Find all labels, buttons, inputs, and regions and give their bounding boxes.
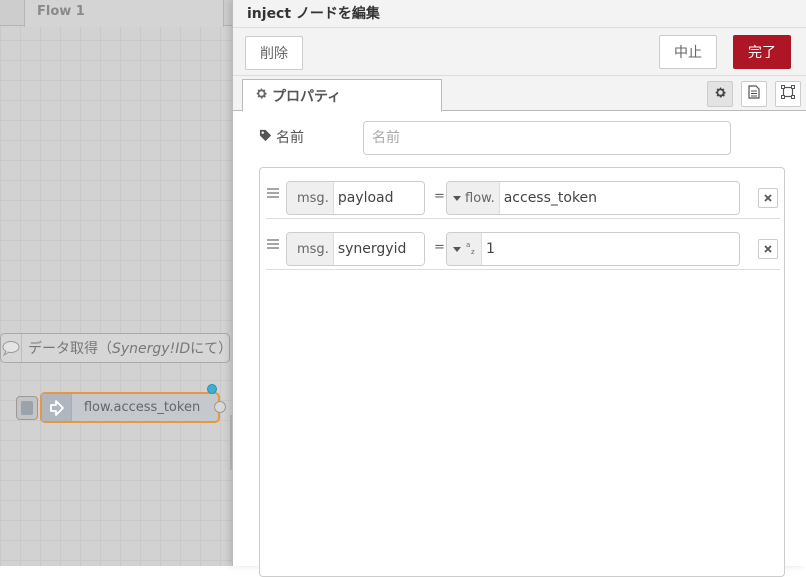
svg-text:a: a (466, 241, 470, 249)
appearance-icon (781, 85, 795, 103)
rule-row: msg. = flow. (266, 168, 780, 219)
svg-text:z: z (471, 248, 475, 256)
gear-icon (714, 86, 727, 103)
value-type-select[interactable]: flow. (447, 182, 500, 214)
tab-properties[interactable]: プロパティ (242, 79, 442, 112)
delete-button[interactable]: 削除 (245, 36, 303, 70)
rule-property-input[interactable]: msg. (286, 232, 425, 266)
rule-property-field[interactable] (333, 233, 424, 265)
flow-tab-bar: Flow 1 (0, 0, 232, 27)
name-label: 名前 (259, 127, 304, 147)
equals-sign: = (434, 189, 445, 204)
caret-down-icon (453, 191, 461, 206)
flow-tab-label: Flow 1 (37, 4, 85, 19)
tab-properties-label: プロパティ (272, 88, 342, 105)
inject-node[interactable]: flow.access_token (40, 392, 220, 423)
rule-value-field[interactable] (499, 182, 739, 214)
remove-rule-button[interactable] (758, 239, 778, 259)
close-icon (764, 242, 772, 256)
tab-settings-button[interactable] (707, 81, 733, 107)
inject-trigger-button[interactable] (16, 396, 38, 420)
drag-handle-icon[interactable] (266, 237, 280, 251)
gear-icon (255, 87, 268, 104)
remove-rule-button[interactable] (758, 188, 778, 208)
tab-description-button[interactable] (741, 81, 767, 107)
drag-handle-icon[interactable] (266, 186, 280, 200)
comment-node-label: データ取得（Synergy!IDにて） (28, 341, 232, 357)
msg-prefix: msg. (287, 182, 334, 214)
string-az-icon: a z (465, 240, 477, 259)
cancel-button[interactable]: 中止 (659, 35, 717, 69)
tray-toolbar: 削除 中止 完了 (233, 28, 806, 76)
flow-tab[interactable]: Flow 1 (24, 0, 224, 27)
edit-tray: inject ノードを編集 削除 中止 完了 プロパティ 名前 名前 msg. … (232, 0, 806, 577)
value-type-select[interactable]: a z (447, 233, 482, 265)
rule-property-field[interactable] (333, 182, 424, 214)
rule-value-input[interactable]: a z (446, 232, 740, 266)
rule-value-field[interactable] (482, 233, 739, 265)
rule-value-input[interactable]: flow. (446, 181, 740, 215)
value-type-label: flow. (465, 190, 495, 206)
rule-row: msg. = a z (266, 219, 780, 270)
output-port[interactable] (214, 401, 226, 413)
tray-tab-bar: プロパティ (233, 76, 806, 112)
inject-arrow-icon (42, 394, 72, 421)
tab-appearance-button[interactable] (775, 81, 801, 107)
workspace-canvas[interactable]: Flow 1 データ取得（Synergy!IDにて） flow.access_t… (0, 0, 232, 566)
done-button[interactable]: 完了 (733, 35, 791, 69)
msg-prefix: msg. (287, 233, 334, 265)
close-icon (764, 191, 772, 205)
rule-property-input[interactable]: msg. (286, 181, 425, 215)
tag-icon (259, 129, 272, 146)
comment-icon (1, 334, 22, 362)
comment-node[interactable]: データ取得（Synergy!IDにて） (0, 333, 232, 363)
properties-form: 名前 msg. = (233, 111, 806, 577)
inject-node-label: flow.access_token (83, 400, 201, 415)
tray-title: inject ノードを編集 (233, 0, 806, 28)
changed-indicator (207, 384, 217, 394)
property-rule-list: msg. = flow. (259, 167, 785, 577)
file-icon (748, 85, 760, 103)
caret-down-icon (453, 242, 461, 257)
name-input[interactable] (363, 121, 731, 155)
equals-sign: = (434, 240, 445, 255)
